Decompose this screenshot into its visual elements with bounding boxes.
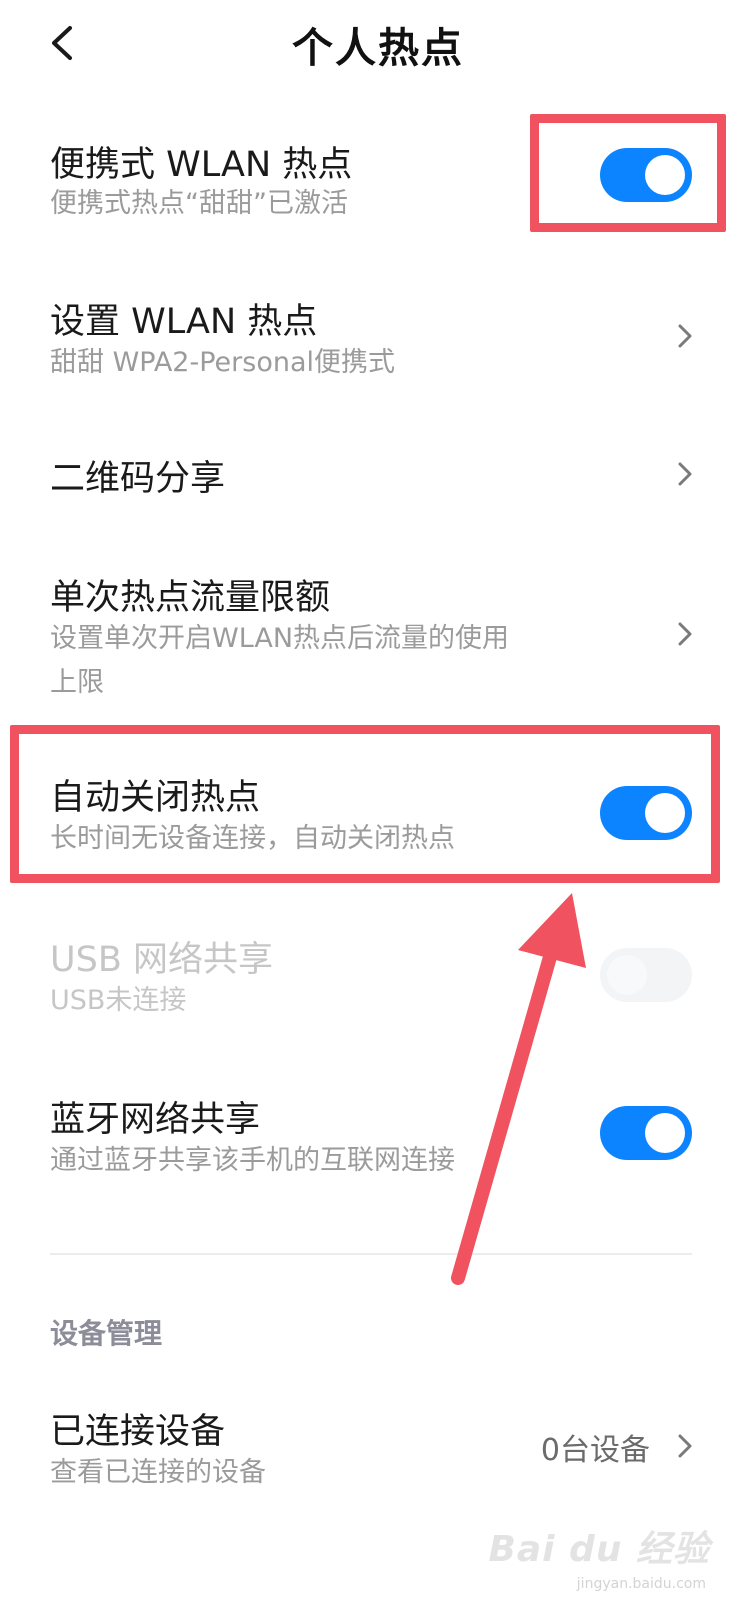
watermark: Bai du 经验	[488, 1529, 710, 1570]
watermark-url: jingyan.baidu.com	[576, 1576, 706, 1592]
annotation-arrow	[451, 893, 586, 1285]
annotation-arrow-shaft	[451, 943, 559, 1285]
annotation-arrow-head	[518, 893, 586, 968]
